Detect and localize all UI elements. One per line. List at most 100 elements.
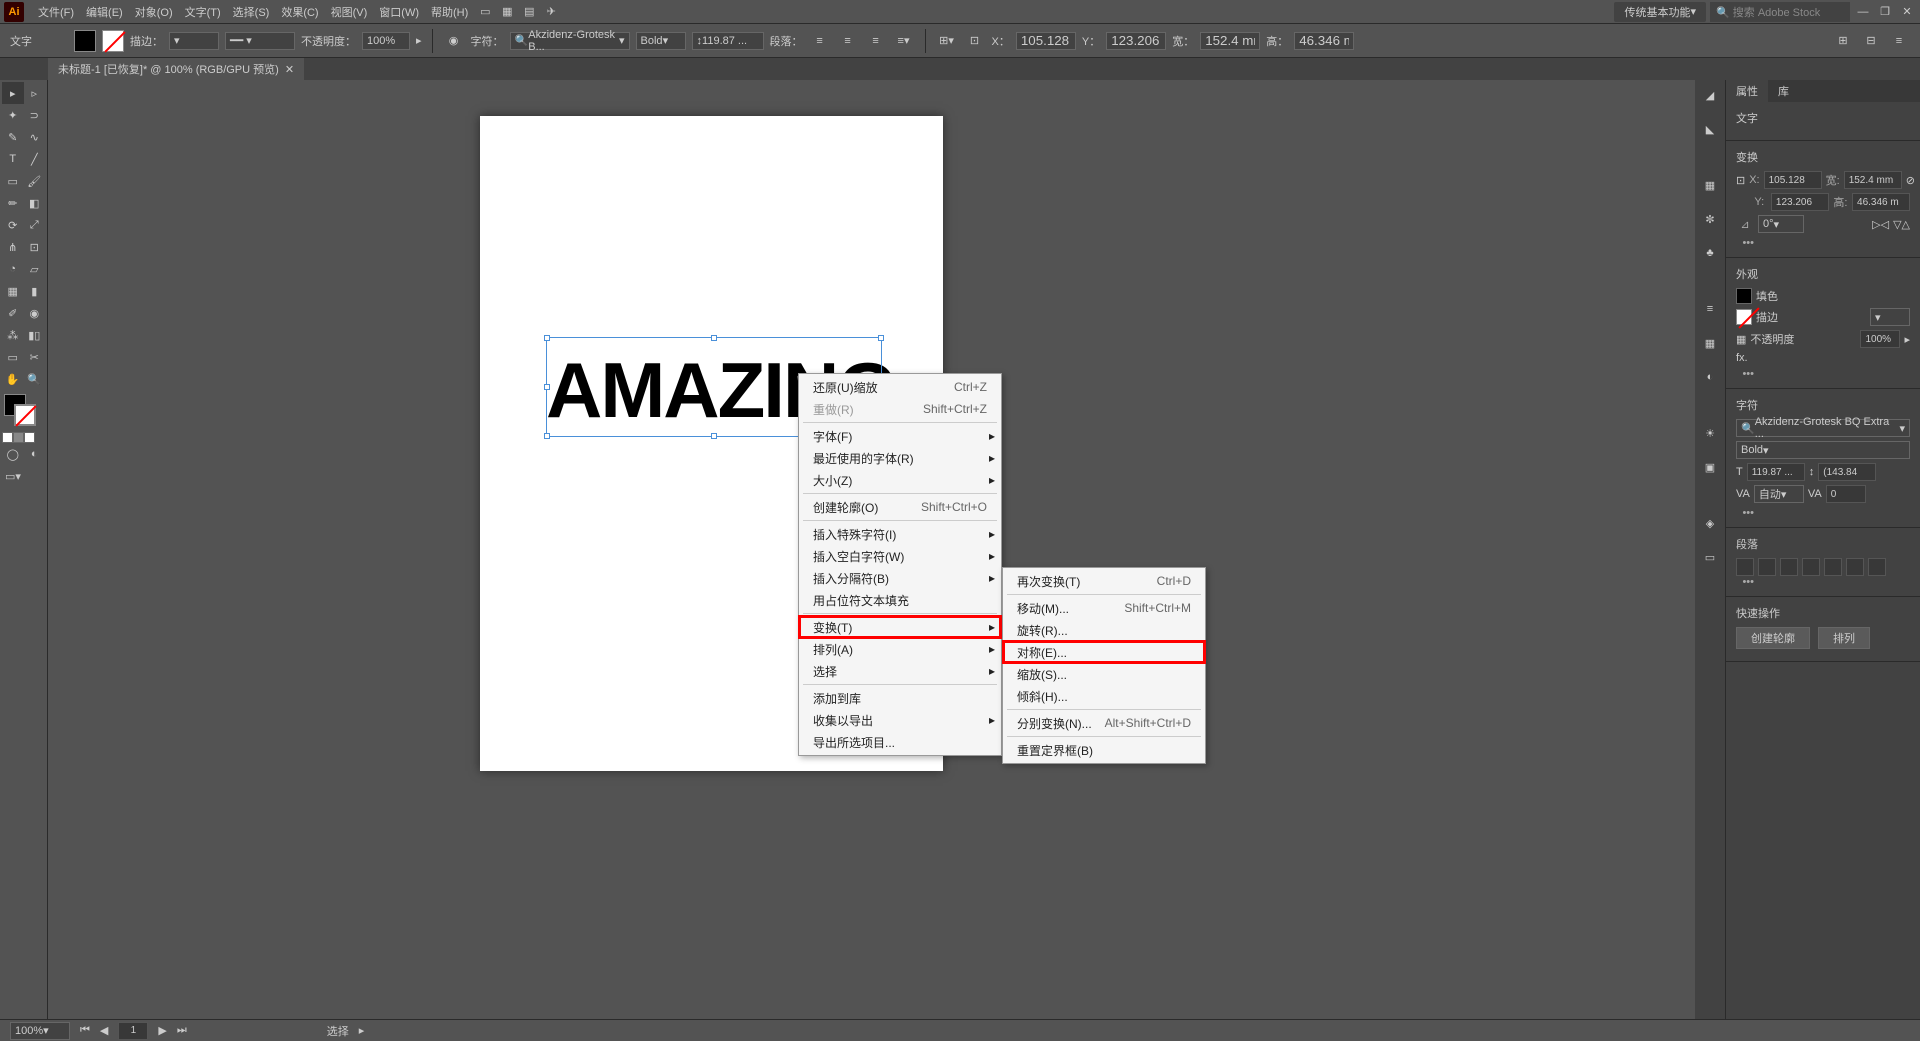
ctx-transform-each[interactable]: 分别变换(N)...Alt+Shift+Ctrl+D [1003, 712, 1205, 734]
menu-help[interactable]: 帮助(H) [425, 0, 474, 24]
appearance-more-icon[interactable]: ••• [1736, 368, 1754, 380]
hand-tool[interactable]: ✋ [2, 368, 24, 390]
minimize-icon[interactable]: — [1854, 3, 1872, 21]
curvature-tool[interactable]: ∿ [24, 126, 46, 148]
dock-stroke-icon[interactable]: ≡ [1699, 298, 1721, 320]
prop-y-input[interactable] [1771, 193, 1829, 211]
ctx-rotate[interactable]: 旋转(R)... [1003, 619, 1205, 641]
prefs-icon[interactable]: ⊟ [1860, 30, 1882, 52]
align-center-icon[interactable]: ≡ [837, 30, 859, 52]
prop-font-style[interactable]: Bold ▾ [1736, 441, 1910, 459]
gpu-icon[interactable]: ▦ [496, 1, 518, 23]
ctx-select[interactable]: 选择▸ [799, 660, 1001, 682]
artboard-tool[interactable]: ▭ [2, 346, 24, 368]
sel-handle-nw[interactable] [544, 335, 550, 341]
prop-stroke-weight[interactable]: ▾ [1870, 308, 1910, 326]
dock-symbols-icon[interactable]: ♣ [1699, 242, 1721, 264]
gradient-mode-swatch[interactable] [13, 432, 24, 443]
blend-tool[interactable]: ◉ [24, 302, 46, 324]
line-tool[interactable]: ╱ [24, 148, 46, 170]
ctx-break-char[interactable]: 插入分隔符(B)▸ [799, 567, 1001, 589]
close-icon[interactable]: ✕ [1898, 3, 1916, 21]
dock-transparency-icon[interactable]: ◐ [1699, 366, 1721, 388]
symbol-sprayer-tool[interactable]: ⁂ [2, 324, 24, 346]
stroke-profile-dropdown[interactable]: ━━ ▾ [225, 32, 295, 50]
stroke-weight-dropdown[interactable]: ▾ [169, 32, 219, 50]
restore-icon[interactable]: ❐ [1876, 3, 1894, 21]
ctx-add-to-library[interactable]: 添加到库 [799, 687, 1001, 709]
menu-view[interactable]: 视图(V) [325, 0, 374, 24]
none-mode-swatch[interactable] [24, 432, 35, 443]
prop-opacity-input[interactable] [1860, 330, 1900, 348]
artboard-nav-input[interactable] [118, 1022, 148, 1040]
prop-leading[interactable] [1818, 463, 1876, 481]
menu-type[interactable]: 文字(T) [179, 0, 227, 24]
ctx-recent-font[interactable]: 最近使用的字体(R)▸ [799, 447, 1001, 469]
ctx-scale[interactable]: 缩放(S)... [1003, 663, 1205, 685]
dock-swatches-icon[interactable]: ▦ [1699, 174, 1721, 196]
align-left-icon[interactable]: ≡ [809, 30, 831, 52]
ctx-export-selection[interactable]: 导出所选项目... [799, 731, 1001, 753]
shaper-tool[interactable]: ✏ [2, 192, 24, 214]
sel-handle-w[interactable] [544, 384, 550, 390]
prop-font-family[interactable]: 🔍 Akzidenz-Grotesk BQ Extra ... ▾ [1736, 419, 1910, 437]
nav-last-icon[interactable]: ⏭ [177, 1024, 187, 1037]
tab-properties[interactable]: 属性 [1726, 80, 1768, 102]
prop-angle-dropdown[interactable]: 0° ▾ [1758, 215, 1804, 233]
sel-handle-sw[interactable] [544, 433, 550, 439]
dock-graphic-styles-icon[interactable]: ▣ [1699, 456, 1721, 478]
transform-more-icon[interactable]: ••• [1736, 237, 1754, 249]
type-tool[interactable]: T [2, 148, 24, 170]
graph-tool[interactable]: ▮▯ [24, 324, 46, 346]
selection-tool[interactable]: ▸ [2, 82, 24, 104]
zoom-tool[interactable]: 🔍 [24, 368, 46, 390]
link-wh-icon[interactable]: ⊘ [1906, 174, 1915, 187]
share-icon[interactable]: ✈ [540, 1, 562, 23]
dock-gradient-icon[interactable]: ▦ [1699, 332, 1721, 354]
para-justify-left[interactable] [1802, 558, 1820, 576]
h-input[interactable] [1294, 32, 1354, 50]
width-tool[interactable]: ⋔ [2, 236, 24, 258]
bridge-icon[interactable]: ▤ [518, 1, 540, 23]
menu-object[interactable]: 对象(O) [129, 0, 179, 24]
slice-tool[interactable]: ✂ [24, 346, 46, 368]
dock-color-guide-icon[interactable]: ◣ [1699, 118, 1721, 140]
scale-tool[interactable]: ⤢ [24, 214, 46, 236]
menu-edit[interactable]: 编辑(E) [80, 0, 129, 24]
menu-window[interactable]: 窗口(W) [373, 0, 425, 24]
tab-libraries[interactable]: 库 [1768, 80, 1799, 102]
align-panel-icon[interactable]: ⊞▾ [936, 30, 958, 52]
gradient-tool[interactable]: ▮ [24, 280, 46, 302]
ctx-font[interactable]: 字体(F)▸ [799, 425, 1001, 447]
ctx-reflect[interactable]: 对称(E)... [1003, 641, 1205, 663]
nav-next-icon[interactable]: ▶ [158, 1024, 166, 1037]
menu-select[interactable]: 选择(S) [227, 0, 276, 24]
x-input[interactable] [1016, 32, 1076, 50]
shape-builder-tool[interactable]: ◔ [2, 258, 24, 280]
flip-h-icon[interactable]: ▷◁ [1872, 218, 1889, 231]
w-input[interactable] [1200, 32, 1260, 50]
nav-prev-icon[interactable]: ◀ [100, 1024, 108, 1037]
color-mode-swatch[interactable] [2, 432, 13, 443]
magic-wand-tool[interactable]: ✦ [2, 104, 24, 126]
prop-w-input[interactable] [1844, 171, 1902, 189]
perspective-tool[interactable]: ▱ [24, 258, 46, 280]
ctx-whitespace[interactable]: 插入空白字符(W)▸ [799, 545, 1001, 567]
draw-behind-icon[interactable]: ◐ [24, 443, 46, 465]
prop-kerning[interactable]: 自动▾ [1754, 485, 1804, 503]
screen-mode-icon[interactable]: ▭▾ [2, 465, 24, 487]
para-align-right[interactable] [1780, 558, 1798, 576]
eyedropper-tool[interactable]: ✐ [2, 302, 24, 324]
ctx-create-outlines[interactable]: 创建轮廓(O)Shift+Ctrl+O [799, 496, 1001, 518]
menu-effect[interactable]: 效果(C) [275, 0, 324, 24]
stroke-swatch[interactable] [102, 30, 124, 52]
fill-stroke-control[interactable] [2, 394, 45, 430]
ctx-reset-bbox[interactable]: 重置定界框(B) [1003, 739, 1205, 761]
sel-handle-s[interactable] [711, 433, 717, 439]
para-justify-center[interactable] [1824, 558, 1842, 576]
dock-brushes-icon[interactable]: ✼ [1699, 208, 1721, 230]
ctx-size[interactable]: 大小(Z)▸ [799, 469, 1001, 491]
menu-file[interactable]: 文件(F) [32, 0, 80, 24]
nav-first-icon[interactable]: ⏮ [80, 1024, 90, 1037]
para-align-center[interactable] [1758, 558, 1776, 576]
